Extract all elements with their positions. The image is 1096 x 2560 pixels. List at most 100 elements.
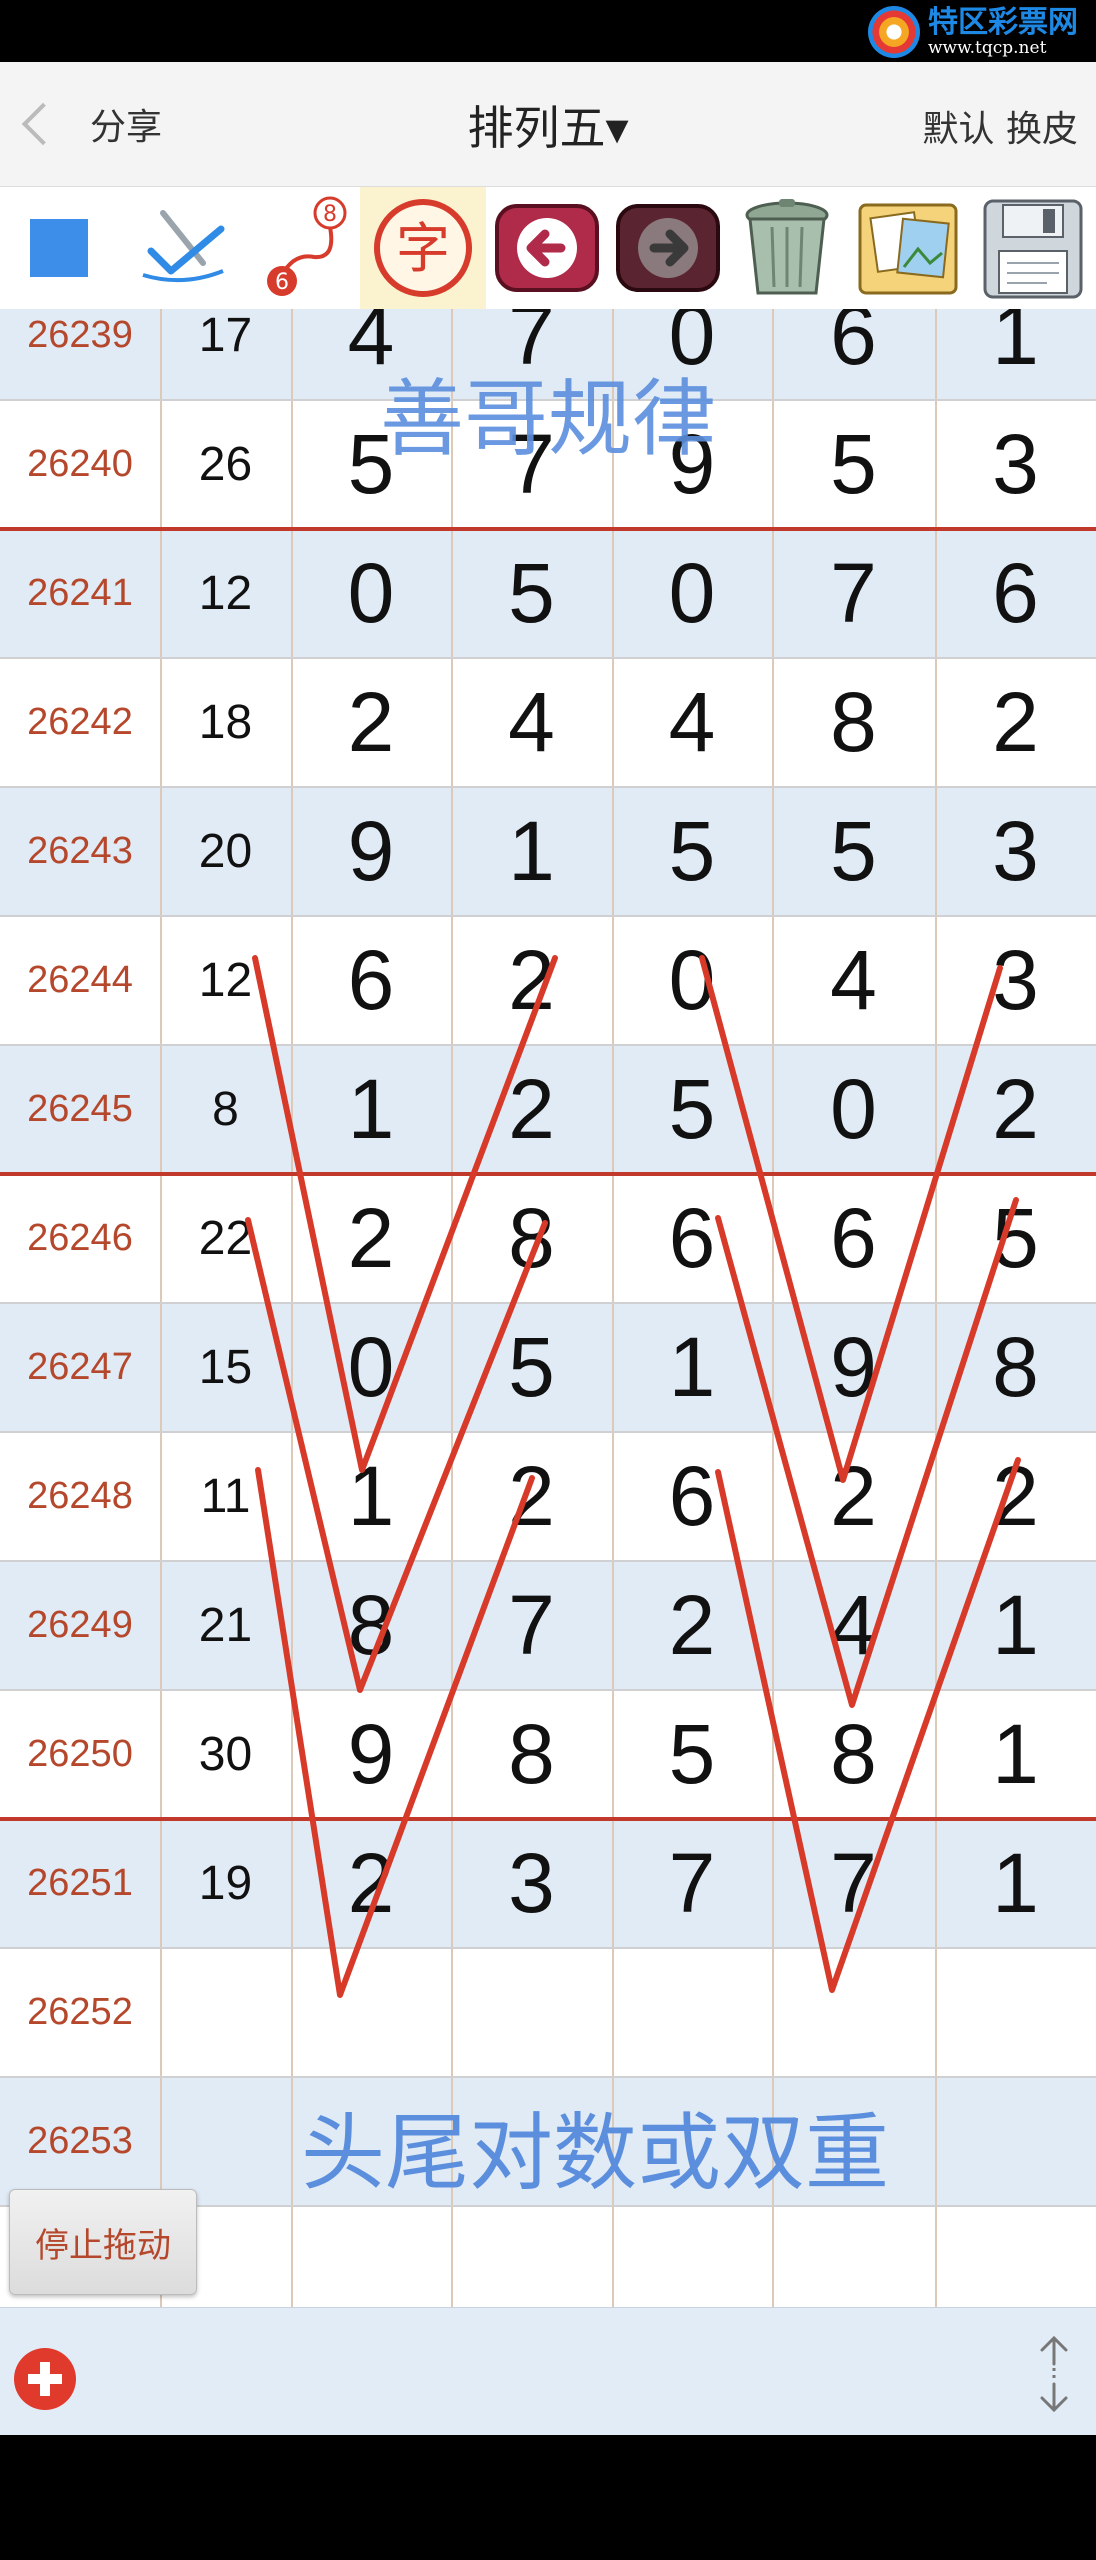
- digit-cell[interactable]: [451, 2206, 612, 2307]
- digit-cell[interactable]: 9: [612, 400, 772, 529]
- digit-cell[interactable]: 3: [935, 400, 1096, 529]
- pen-check-button[interactable]: [118, 187, 248, 309]
- digit-cell[interactable]: 8: [772, 658, 935, 787]
- undo-button[interactable]: [486, 187, 608, 309]
- digit-cell[interactable]: 8: [451, 1174, 612, 1303]
- digit-cell[interactable]: 7: [772, 1819, 935, 1948]
- table-row[interactable]: 26247 15 0 5 1 9 8: [0, 1303, 1096, 1432]
- digit-cell[interactable]: 8: [772, 1690, 935, 1819]
- route-button[interactable]: 8 6: [248, 187, 360, 309]
- digit-cell[interactable]: 2: [451, 1045, 612, 1174]
- table-row[interactable]: 26244 12 6 2 0 4 3: [0, 916, 1096, 1045]
- digit-cell[interactable]: 5: [612, 1045, 772, 1174]
- char-button[interactable]: 字: [360, 187, 486, 309]
- trash-button[interactable]: [728, 187, 846, 309]
- table-row[interactable]: 26248 11 1 2 6 2 2: [0, 1432, 1096, 1561]
- digit-cell[interactable]: [612, 2206, 772, 2307]
- digit-cell[interactable]: 1: [291, 1045, 451, 1174]
- digit-cell[interactable]: 0: [612, 529, 772, 658]
- digit-cell[interactable]: 7: [451, 400, 612, 529]
- plus-circle-icon[interactable]: [14, 2348, 76, 2410]
- table-row[interactable]: 26246 22 2 8 6 6 5: [0, 1174, 1096, 1303]
- digit-cell[interactable]: 2: [291, 658, 451, 787]
- digit-cell[interactable]: 5: [612, 787, 772, 916]
- redo-button[interactable]: [608, 187, 728, 309]
- digit-cell[interactable]: [935, 2077, 1096, 2206]
- digit-cell[interactable]: 4: [612, 658, 772, 787]
- save-button[interactable]: [970, 187, 1096, 309]
- digit-cell[interactable]: 0: [612, 916, 772, 1045]
- digit-cell[interactable]: 5: [451, 529, 612, 658]
- digit-cell[interactable]: 0: [612, 309, 772, 400]
- stop-drag-button[interactable]: 停止拖动: [9, 2189, 197, 2295]
- digit-cell[interactable]: 2: [451, 1432, 612, 1561]
- data-table[interactable]: 26239 17 4 7 0 6 1 26240 26 5 7 9 5 3 26241 12 0 5 0 7 6 2624…: [0, 309, 1096, 2307]
- digit-cell[interactable]: [772, 2206, 935, 2307]
- digit-cell[interactable]: 0: [291, 529, 451, 658]
- digit-cell[interactable]: 6: [935, 529, 1096, 658]
- digit-cell[interactable]: 6: [612, 1174, 772, 1303]
- digit-cell[interactable]: 8: [935, 1303, 1096, 1432]
- digit-cell[interactable]: 5: [935, 1174, 1096, 1303]
- digit-cell[interactable]: [612, 2077, 772, 2206]
- digit-cell[interactable]: 1: [291, 1432, 451, 1561]
- digit-cell[interactable]: 7: [451, 1561, 612, 1690]
- digit-cell[interactable]: 5: [451, 1303, 612, 1432]
- digit-cell[interactable]: [451, 2077, 612, 2206]
- digit-cell[interactable]: 3: [451, 1819, 612, 1948]
- digit-cell[interactable]: [612, 1948, 772, 2077]
- digit-cell[interactable]: 2: [935, 658, 1096, 787]
- digit-cell[interactable]: [935, 2206, 1096, 2307]
- table-row[interactable]: 26253: [0, 2077, 1096, 2206]
- digit-cell[interactable]: 6: [291, 916, 451, 1045]
- photos-button[interactable]: [846, 187, 970, 309]
- digit-cell[interactable]: 4: [291, 309, 451, 400]
- digit-cell[interactable]: 2: [935, 1432, 1096, 1561]
- digit-cell[interactable]: 4: [772, 1561, 935, 1690]
- digit-cell[interactable]: 8: [291, 1561, 451, 1690]
- digit-cell[interactable]: [772, 1948, 935, 2077]
- digit-cell[interactable]: 6: [612, 1432, 772, 1561]
- table-row[interactable]: 26249 21 8 7 2 4 1: [0, 1561, 1096, 1690]
- digit-cell[interactable]: 6: [772, 309, 935, 400]
- digit-cell[interactable]: 3: [935, 916, 1096, 1045]
- table-row[interactable]: 26250 30 9 8 5 8 1: [0, 1690, 1096, 1819]
- table-row[interactable]: 26243 20 9 1 5 5 3: [0, 787, 1096, 916]
- digit-cell[interactable]: 9: [291, 787, 451, 916]
- digit-cell[interactable]: 1: [935, 1561, 1096, 1690]
- table-row[interactable]: 26245 8 1 2 5 0 2: [0, 1045, 1096, 1174]
- digit-cell[interactable]: 2: [935, 1045, 1096, 1174]
- digit-cell[interactable]: 5: [612, 1690, 772, 1819]
- resize-vertical-icon[interactable]: [1034, 2334, 1074, 2414]
- digit-cell[interactable]: [935, 1948, 1096, 2077]
- table-row[interactable]: 26240 26 5 7 9 5 3: [0, 400, 1096, 529]
- table-row[interactable]: 26242 18 2 4 4 8 2: [0, 658, 1096, 787]
- digit-cell[interactable]: 5: [772, 787, 935, 916]
- digit-cell[interactable]: 4: [772, 916, 935, 1045]
- digit-cell[interactable]: 5: [291, 400, 451, 529]
- digit-cell[interactable]: 0: [772, 1045, 935, 1174]
- digit-cell[interactable]: 2: [291, 1819, 451, 1948]
- table-row[interactable]: 26251 19 2 3 7 7 1: [0, 1819, 1096, 1948]
- blue-square-button[interactable]: [0, 187, 118, 309]
- table-row[interactable]: 26239 17 4 7 0 6 1: [0, 309, 1096, 400]
- digit-cell[interactable]: 2: [291, 1174, 451, 1303]
- digit-cell[interactable]: 0: [291, 1303, 451, 1432]
- digit-cell[interactable]: 7: [451, 309, 612, 400]
- digit-cell[interactable]: 9: [291, 1690, 451, 1819]
- digit-cell[interactable]: [291, 2077, 451, 2206]
- digit-cell[interactable]: 5: [772, 400, 935, 529]
- digit-cell[interactable]: 1: [612, 1303, 772, 1432]
- digit-cell[interactable]: 2: [772, 1432, 935, 1561]
- digit-cell[interactable]: 2: [612, 1561, 772, 1690]
- table-row[interactable]: 26241 12 0 5 0 7 6: [0, 529, 1096, 658]
- table-row[interactable]: 26252: [0, 1948, 1096, 2077]
- digit-cell[interactable]: [291, 2206, 451, 2307]
- digit-cell[interactable]: 3: [935, 787, 1096, 916]
- digit-cell[interactable]: 2: [451, 916, 612, 1045]
- digit-cell[interactable]: 1: [935, 1819, 1096, 1948]
- digit-cell[interactable]: 7: [772, 529, 935, 658]
- digit-cell[interactable]: [451, 1948, 612, 2077]
- digit-cell[interactable]: 7: [612, 1819, 772, 1948]
- digit-cell[interactable]: 1: [451, 787, 612, 916]
